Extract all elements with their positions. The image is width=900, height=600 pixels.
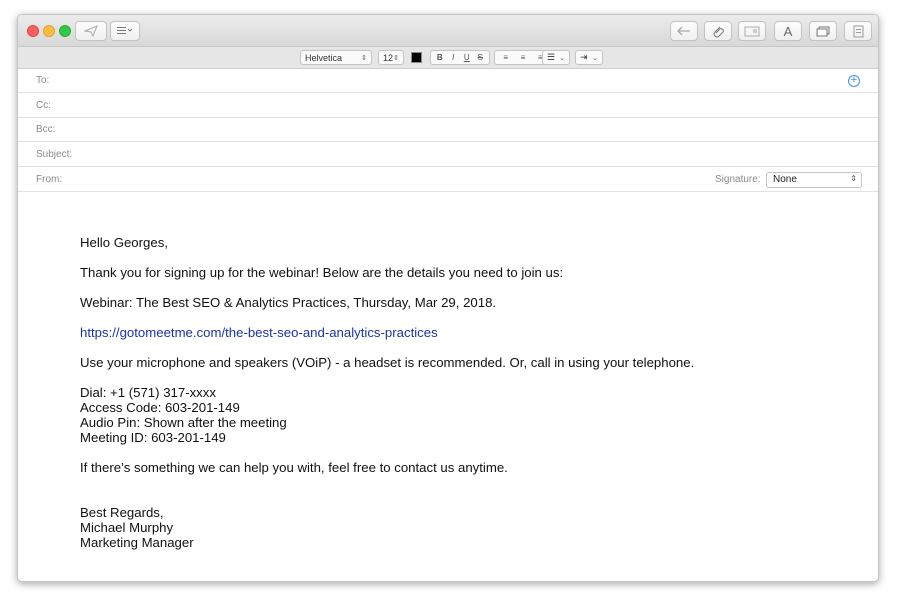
meeting-id-text: Meeting ID: 603-201-149 (80, 430, 226, 445)
meeting-link[interactable]: https://gotomeetme.com/the-best-seo-and-… (80, 325, 438, 340)
paperclip-icon (713, 26, 724, 38)
chevron-down-icon: ⌄ (559, 54, 565, 62)
format-button[interactable]: A (774, 21, 802, 41)
attach-button[interactable] (704, 21, 732, 41)
markup-button[interactable] (844, 21, 872, 41)
undo-arrow-icon (677, 26, 690, 36)
align-left-icon[interactable]: ≡ (500, 53, 512, 62)
font-family-value: Helvetica (305, 52, 343, 63)
compose-window: A Helvetica ⇕ 12 ⇕ B I U S ≡ ≡ ≡ ☰ ⌄ ⇥ ⌄… (17, 14, 879, 582)
webinar-text: Webinar: The Best SEO & Analytics Practi… (80, 295, 497, 310)
bcc-label: Bcc: (36, 124, 56, 135)
help-text: If there’s something we can help you wit… (80, 460, 508, 475)
align-center-icon[interactable]: ≡ (517, 53, 529, 62)
bcc-field[interactable]: Bcc: (18, 117, 878, 142)
bulleted-list-icon: ☰ (547, 52, 556, 62)
access-code-text: Access Code: 603-201-149 (80, 400, 240, 415)
indent-select[interactable]: ⇥ ⌄ (575, 50, 603, 65)
stepper-icon: ⇕ (361, 54, 367, 62)
strikethrough-button[interactable]: S (474, 53, 486, 62)
cc-field[interactable]: Cc: (18, 93, 878, 118)
audio-text: Use your microphone and speakers (VOiP) … (80, 355, 695, 370)
sender-title: Marketing Manager (80, 535, 194, 550)
audio-pin-text: Audio Pin: Shown after the meeting (80, 415, 287, 430)
maximize-window-button[interactable] (59, 25, 71, 37)
signature-select[interactable]: None ⇕ (766, 172, 862, 188)
chevron-down-icon: ⌄ (592, 54, 598, 62)
subject-field[interactable]: Subject: (18, 142, 878, 167)
reply-button[interactable] (670, 21, 698, 41)
minimize-window-button[interactable] (43, 25, 55, 37)
photo-browser-button[interactable] (738, 21, 766, 41)
dial-text: Dial: +1 (571) 317-xxxx (80, 385, 216, 400)
signature-value: None (773, 174, 797, 185)
signature-label: Signature: (715, 174, 761, 185)
toolbar: A (18, 15, 878, 47)
list-icon (117, 27, 133, 34)
to-label: To: (36, 75, 50, 86)
sender-name: Michael Murphy (80, 520, 174, 535)
format-label: A (783, 23, 793, 39)
to-field[interactable]: To: + (18, 68, 878, 93)
stepper-icon: ⇕ (850, 174, 857, 183)
show-browser-button[interactable] (809, 21, 837, 41)
font-family-select[interactable]: Helvetica ⇕ (300, 50, 372, 65)
header-fields-button[interactable] (110, 21, 140, 41)
from-row: From: Signature: None ⇕ (18, 167, 878, 192)
list-style-select[interactable]: ☰ ⌄ (542, 50, 570, 65)
indent-icon: ⇥ (580, 52, 588, 62)
window-icon (816, 26, 830, 36)
stepper-icon: ⇕ (393, 54, 399, 62)
cc-label: Cc: (36, 100, 51, 111)
format-bar: Helvetica ⇕ 12 ⇕ B I U S ≡ ≡ ≡ ☰ ⌄ ⇥ ⌄ (18, 47, 878, 69)
font-size-select[interactable]: 12 ⇕ (378, 50, 404, 65)
font-size-value: 12 (383, 52, 394, 63)
close-window-button[interactable] (27, 25, 39, 37)
paper-plane-icon (84, 25, 98, 37)
send-button[interactable] (75, 21, 107, 41)
bold-button[interactable]: B (434, 53, 446, 62)
notepad-icon (853, 25, 863, 37)
subject-label: Subject: (36, 149, 73, 160)
closing-text: Best Regards, (80, 505, 164, 520)
from-label: From: (36, 174, 63, 185)
text-style-buttons: B I U S (430, 50, 490, 65)
greeting-text: Hello Georges, (80, 235, 168, 250)
italic-button[interactable]: I (447, 53, 459, 62)
intro-text: Thank you for signing up for the webinar… (80, 265, 564, 280)
add-contact-icon[interactable]: + (848, 75, 860, 87)
underline-button[interactable]: U (461, 53, 473, 62)
text-color-swatch[interactable] (411, 52, 422, 63)
photo-icon (744, 26, 760, 36)
